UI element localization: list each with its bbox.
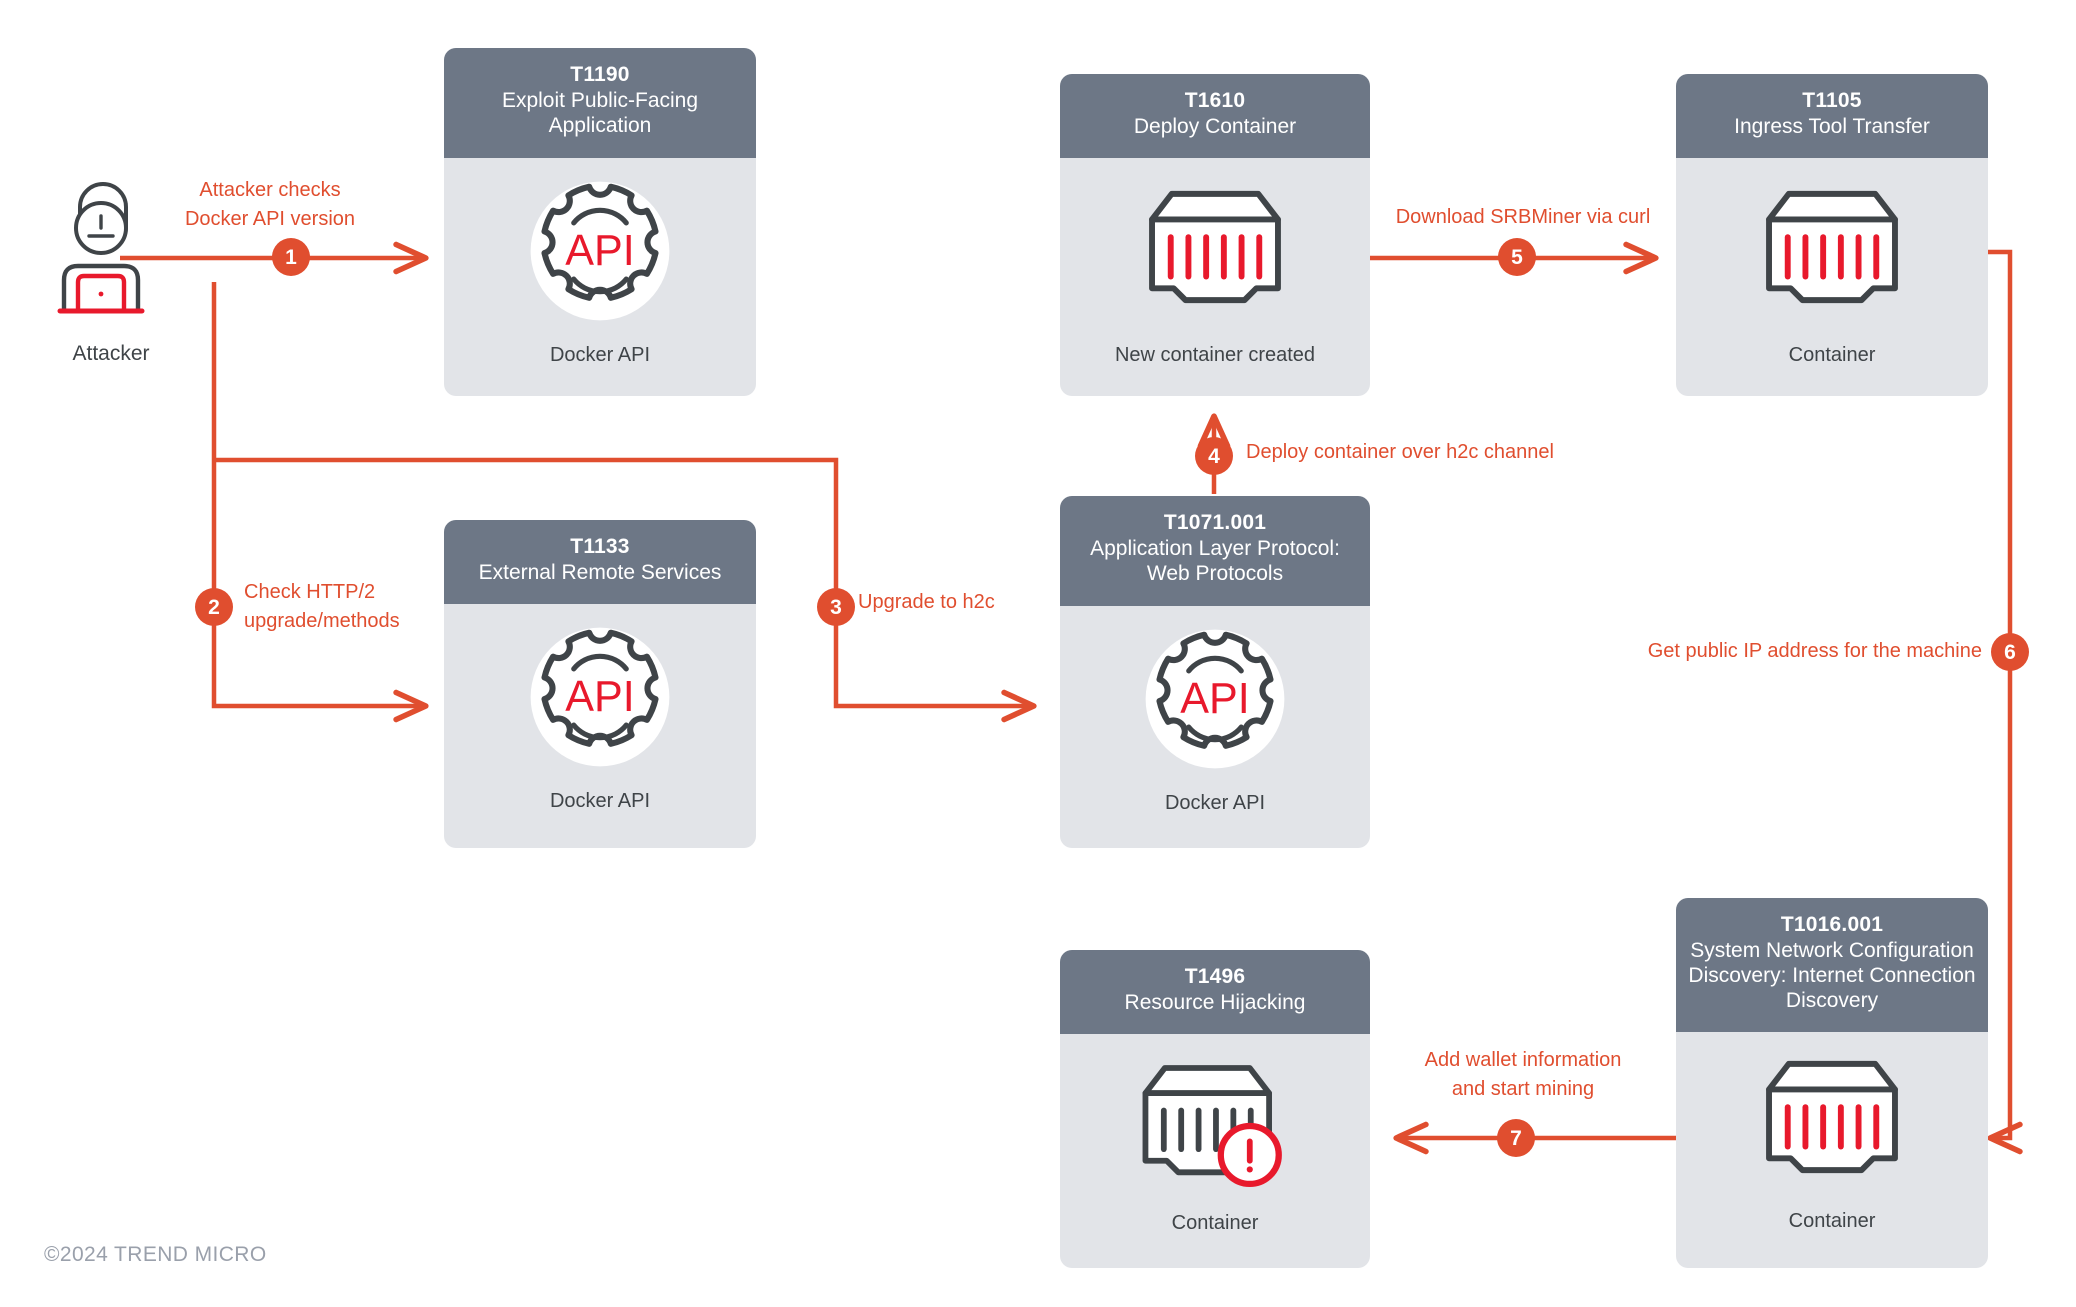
card-t1133[interactable]: T1133 External Remote Services API Docke…	[444, 520, 756, 848]
card-body-t1496: Container	[1060, 1034, 1370, 1268]
card-caption-t1190: Docker API	[549, 344, 651, 366]
card-t1016-001[interactable]: T1016.001 System Network Configuration D…	[1676, 898, 1988, 1268]
card-title-t1105: Ingress Tool Transfer	[1734, 115, 1930, 138]
card-id-t1133: T1133	[570, 535, 630, 558]
card-header-t1610: T1610 Deploy Container	[1060, 74, 1370, 158]
card-id-t1610: T1610	[1184, 89, 1246, 112]
attacker-label: Attacker	[72, 342, 150, 365]
card-id-t1071-001: T1071.001	[1163, 511, 1267, 534]
svg-text:API: API	[1180, 675, 1250, 723]
step-7-label: Add wallet information and start mining	[1424, 1049, 1622, 1100]
card-header-t1105: T1105 Ingress Tool Transfer	[1676, 74, 1988, 158]
step-6-badge: 6	[1991, 633, 2029, 671]
container-alert-icon	[1130, 1060, 1300, 1195]
wire-step-6	[1987, 249, 2023, 1155]
card-caption-t1133: Docker API	[549, 790, 651, 812]
step-4-badge: 4	[1195, 437, 1233, 475]
card-header-t1016-001: T1016.001 System Network Configuration D…	[1676, 898, 1988, 1032]
card-header-t1496: T1496 Resource Hijacking	[1060, 950, 1370, 1034]
card-caption-t1016-001: Container	[1788, 1210, 1876, 1232]
card-title-t1496: Resource Hijacking	[1124, 991, 1306, 1014]
api-gear-icon: API	[525, 622, 675, 777]
card-body-t1016-001: Container	[1676, 1032, 1988, 1268]
wire-step-2	[211, 282, 429, 723]
card-body-t1133: API Docker API	[444, 604, 756, 848]
card-body-t1071-001: API Docker API	[1060, 606, 1370, 848]
card-id-t1190: T1190	[570, 63, 630, 86]
card-caption-t1071-001: Docker API	[1164, 792, 1266, 814]
card-id-t1016-001: T1016.001	[1780, 913, 1884, 936]
card-t1496[interactable]: T1496 Resource Hijacking Container	[1060, 950, 1370, 1268]
step-2-label: Check HTTP/2 upgrade/methods	[244, 581, 400, 632]
card-id-t1496: T1496	[1184, 965, 1246, 988]
step-3-label: Upgrade to h2c	[858, 591, 995, 613]
card-title-t1071-001: Application Layer Protocol: Web Protocol…	[1090, 537, 1340, 585]
copyright-text: ©2024 TREND MICRO	[44, 1243, 267, 1266]
step-7-badge: 7	[1497, 1119, 1535, 1157]
step-5-badge: 5	[1498, 238, 1536, 276]
card-title-t1133: External Remote Services	[478, 561, 722, 584]
container-icon	[1753, 1056, 1911, 1183]
card-header-t1133: T1133 External Remote Services	[444, 520, 756, 604]
card-t1105[interactable]: T1105 Ingress Tool Transfer Container	[1676, 74, 1988, 396]
card-title-t1016-001: System Network Configuration Discovery: …	[1688, 939, 1976, 1012]
card-caption-t1610: New container created	[1114, 344, 1316, 366]
card-header-t1190: T1190 Exploit Public-Facing Application	[444, 48, 756, 158]
attack-flow-diagram: Attacker T1190 Exploit Public-Facing App…	[0, 0, 2076, 1307]
svg-text:API: API	[565, 673, 635, 721]
card-id-t1105: T1105	[1802, 89, 1862, 112]
card-body-t1610: New container created	[1060, 158, 1370, 396]
step-1-label: Attacker checks Docker API version	[184, 179, 356, 230]
svg-text:API: API	[565, 227, 635, 275]
card-title-t1190: Exploit Public-Facing Application	[501, 89, 699, 137]
step-2-badge: 2	[195, 588, 233, 626]
step-3-badge: 3	[817, 588, 855, 626]
step-1-badge: 1	[272, 238, 310, 276]
card-header-t1071-001: T1071.001 Application Layer Protocol: We…	[1060, 496, 1370, 606]
container-icon	[1753, 186, 1911, 313]
step-4-label: Deploy container over h2c channel	[1246, 441, 1554, 463]
card-body-t1190: API Docker API	[444, 158, 756, 396]
card-body-t1105: Container	[1676, 158, 1988, 396]
card-t1071-001[interactable]: T1071.001 Application Layer Protocol: We…	[1060, 496, 1370, 848]
container-icon	[1136, 186, 1294, 313]
card-title-t1610: Deploy Container	[1133, 115, 1297, 138]
card-caption-t1105: Container	[1788, 344, 1876, 366]
card-t1610[interactable]: T1610 Deploy Container New container cre…	[1060, 74, 1370, 396]
api-gear-icon: API	[1140, 624, 1290, 779]
step-5-label: Download SRBMiner via curl	[1395, 206, 1651, 228]
card-caption-t1496: Container	[1171, 1212, 1259, 1234]
step-6-label: Get public IP address for the machine	[1647, 640, 1982, 662]
api-gear-icon: API	[525, 176, 675, 331]
card-t1190[interactable]: T1190 Exploit Public-Facing Application …	[444, 48, 756, 396]
